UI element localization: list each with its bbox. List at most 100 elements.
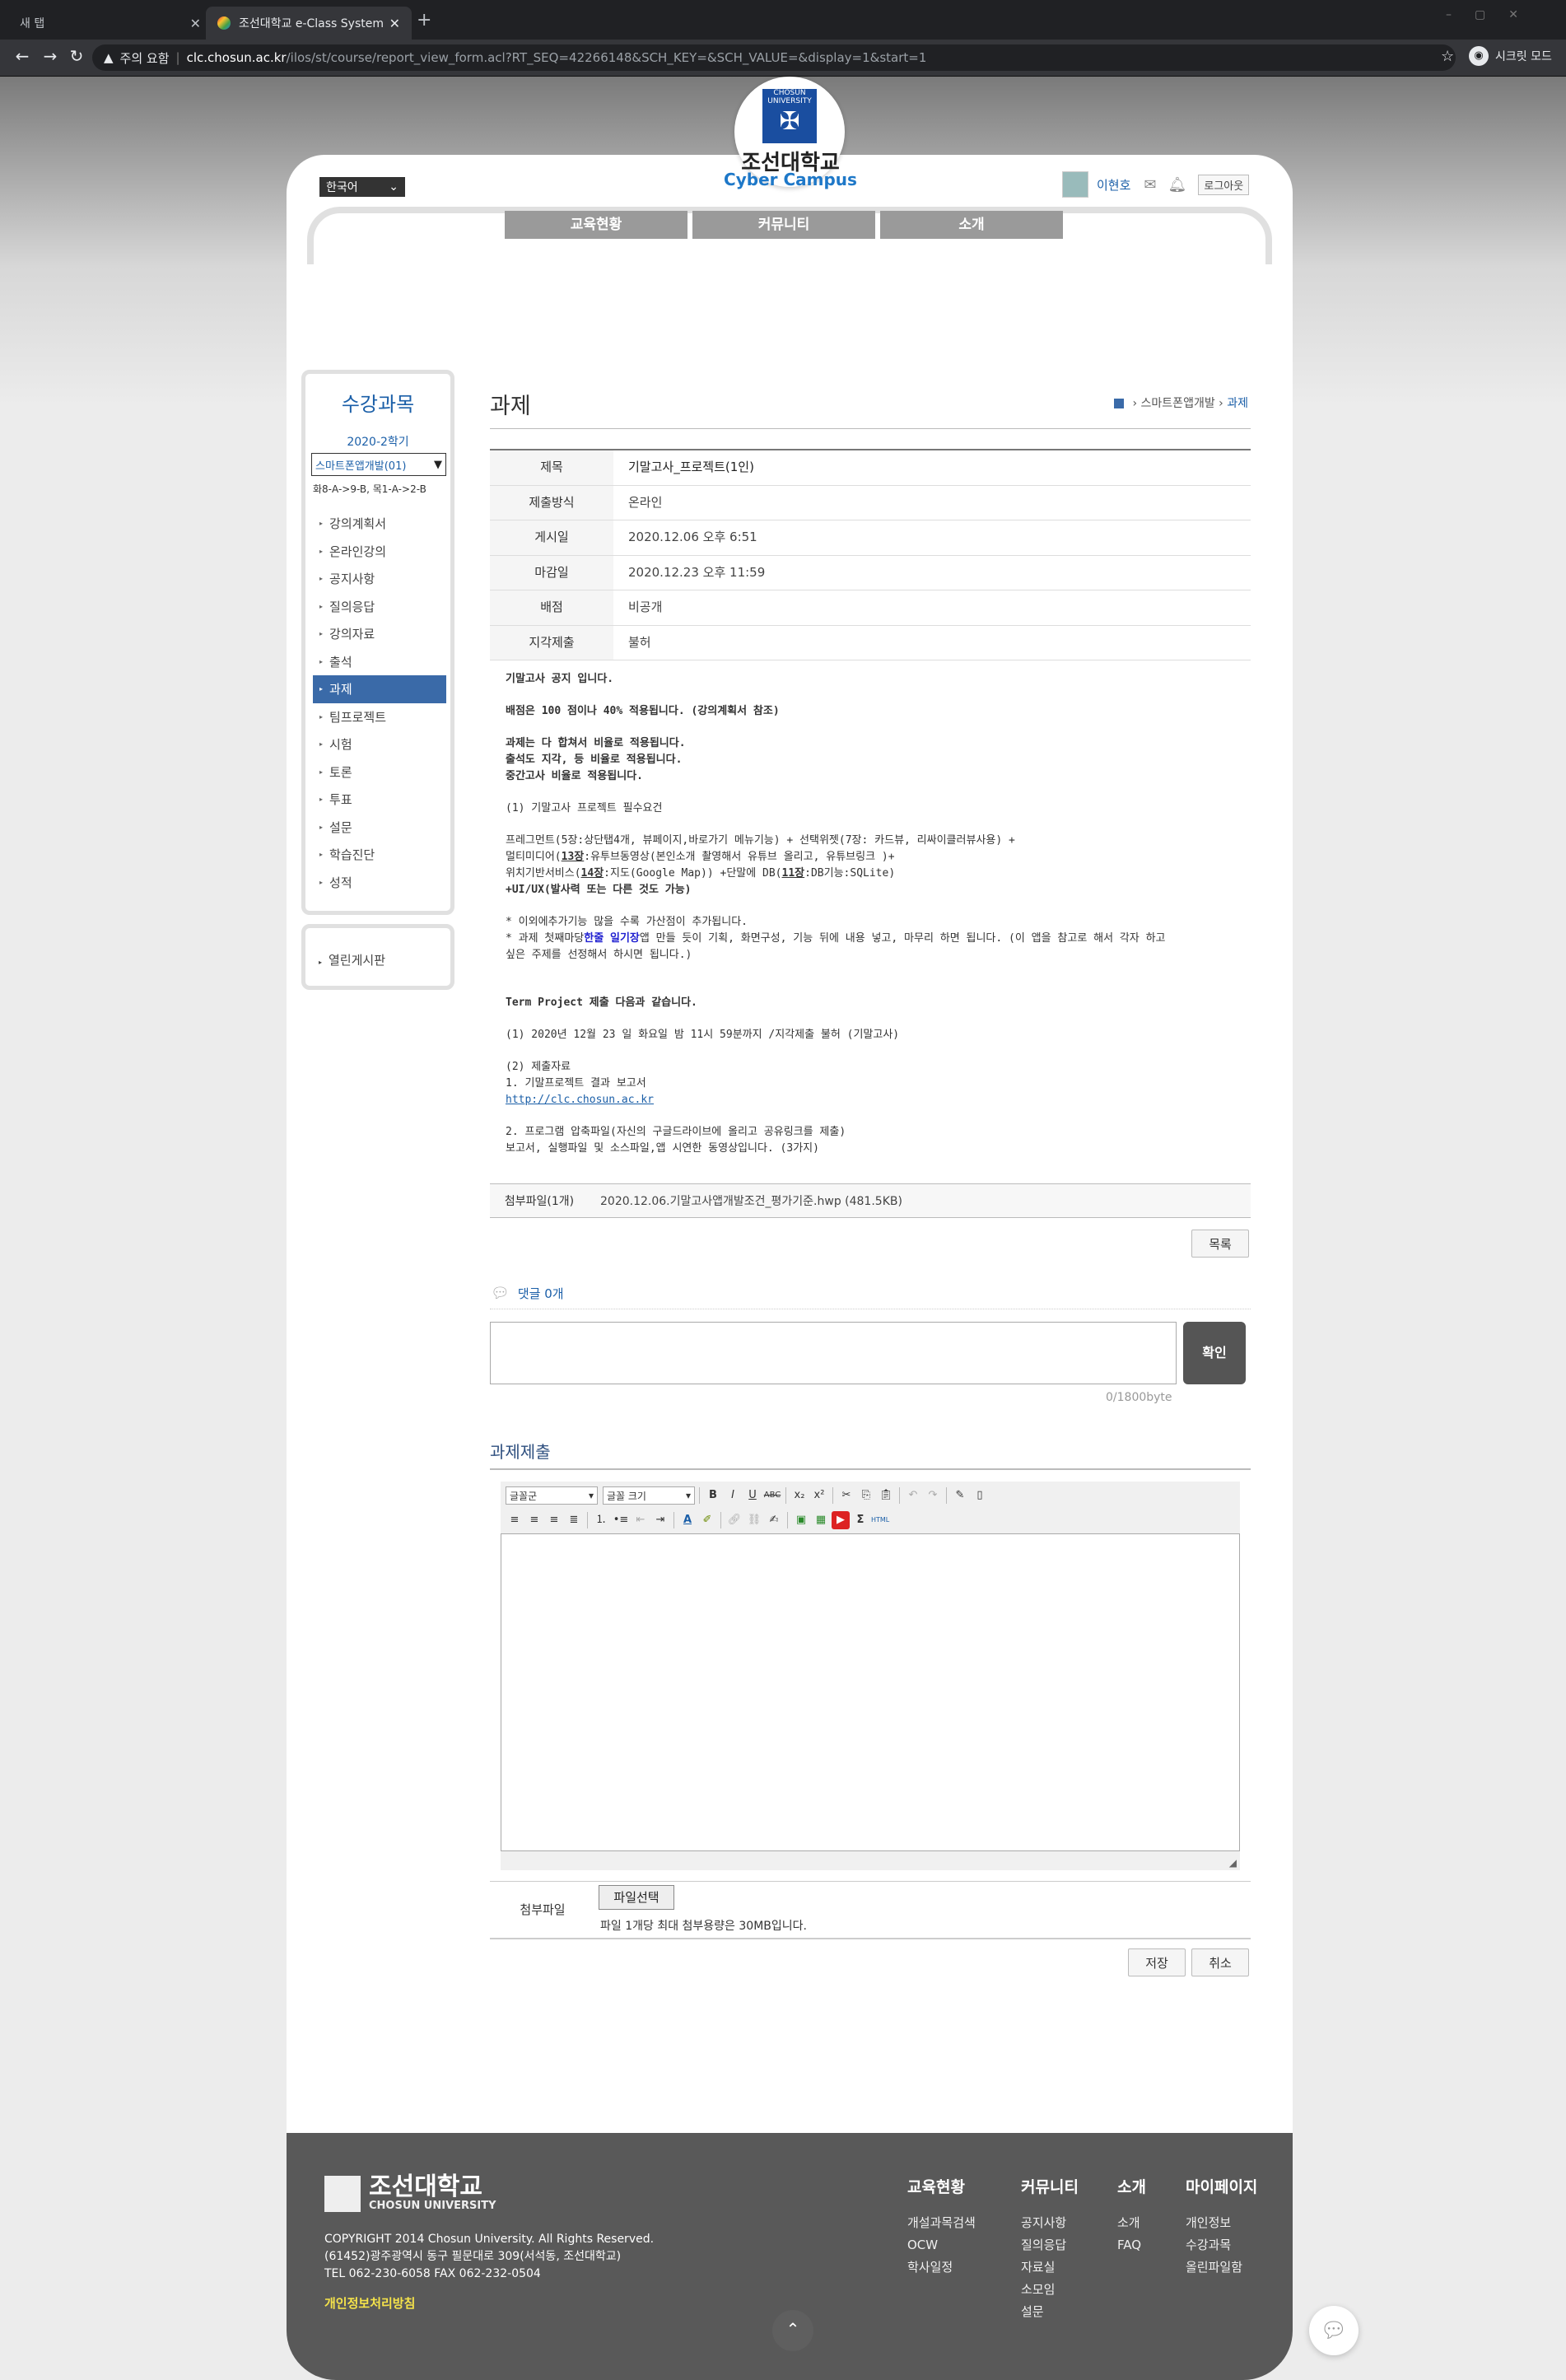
sigma-icon[interactable]: Σ	[851, 1511, 869, 1529]
sidebar-item-online-lecture[interactable]: ▸ 온라인강의	[313, 538, 446, 566]
footer-link[interactable]: 개설과목검색	[907, 2212, 976, 2234]
video-icon[interactable]: ▶	[832, 1511, 850, 1529]
italic-icon[interactable]: I	[724, 1486, 742, 1505]
font-size-select[interactable]: 글꼴 크기 ▾	[603, 1486, 695, 1505]
indent-icon[interactable]: ⇥	[651, 1511, 669, 1529]
window-controls[interactable]: –▢✕	[1446, 8, 1541, 21]
privacy-policy-link[interactable]: 개인정보처리방침	[324, 2294, 415, 2312]
paste-icon[interactable]: 📋︎	[877, 1486, 895, 1505]
sidebar-item-survey[interactable]: ▸ 설문	[313, 814, 446, 842]
sidebar-item-attendance[interactable]: ▸ 출석	[313, 648, 446, 676]
subscript-icon[interactable]: x₂	[790, 1486, 809, 1505]
forward-icon[interactable]: →	[40, 46, 61, 66]
language-select[interactable]: 한국어 ⌄	[319, 177, 405, 197]
sidebar-item-notice[interactable]: ▸ 공지사항	[313, 565, 446, 593]
footer-link[interactable]: 올린파일함	[1186, 2256, 1257, 2279]
scroll-top-button[interactable]: ⌃	[772, 2310, 813, 2351]
close-icon[interactable]: ✕	[190, 16, 201, 31]
university-logo[interactable]: CHOSUN UNIVERSITY ✠	[762, 89, 817, 143]
rich-text-editor[interactable]	[501, 1482, 1240, 1870]
outdent-icon[interactable]: ⇤	[632, 1511, 650, 1529]
bookmark-star-icon[interactable]: ☆	[1441, 48, 1454, 65]
gnb-community[interactable]: 커뮤니티	[692, 211, 875, 239]
logout-button[interactable]: 로그아웃	[1198, 174, 1250, 195]
clear-format-icon[interactable]: ✎	[951, 1486, 969, 1505]
user-name[interactable]: 이현호	[1097, 176, 1130, 194]
footer-col-title[interactable]: 교육현황	[907, 2175, 976, 2197]
redo-icon[interactable]: ↷	[924, 1486, 942, 1505]
body-link[interactable]: http://clc.chosun.ac.kr	[506, 1094, 654, 1106]
unlink-icon[interactable]: ⛓	[745, 1511, 763, 1529]
footer-link[interactable]: 자료실	[1021, 2256, 1079, 2279]
html-icon[interactable]: HTML	[871, 1511, 889, 1529]
highlight-icon[interactable]: ✐	[698, 1511, 716, 1529]
url-input[interactable]: ▲ 주의 요함 | clc.chosun.ac.kr /ilos/st/cour…	[92, 44, 1456, 71]
footer-link[interactable]: 소모임	[1021, 2279, 1079, 2301]
avatar[interactable]	[1062, 171, 1088, 198]
incognito-indicator[interactable]: ◉ 시크릿 모드	[1469, 46, 1552, 66]
cyber-campus-title[interactable]: Cyber Campus	[708, 170, 873, 189]
save-button[interactable]: 저장	[1128, 1948, 1186, 1976]
home-icon[interactable]	[1114, 399, 1125, 408]
sidebar-item-materials[interactable]: ▸ 강의자료	[313, 620, 446, 648]
copy-icon[interactable]: ⎘	[857, 1486, 875, 1505]
cut-icon[interactable]: ✂	[837, 1486, 855, 1505]
footer-link[interactable]: FAQ	[1117, 2234, 1146, 2256]
file-select-button[interactable]: 파일선택	[599, 1885, 674, 1910]
footer-link[interactable]: 학사일정	[907, 2256, 976, 2279]
align-center-icon[interactable]: ≡	[525, 1511, 543, 1529]
cancel-button[interactable]: 취소	[1191, 1948, 1249, 1976]
sidebar-item-team-project[interactable]: ▸ 팀프로젝트	[313, 703, 446, 731]
gnb-education[interactable]: 교육현황	[505, 211, 687, 239]
course-select[interactable]: 스마트폰앱개발(01) ▼	[311, 453, 446, 476]
sidebar-item-assignment[interactable]: ▸ 과제	[313, 675, 446, 703]
footer-col-title[interactable]: 소개	[1117, 2175, 1146, 2197]
unordered-list-icon[interactable]: •≡	[612, 1511, 630, 1529]
undo-icon[interactable]: ↶	[904, 1486, 922, 1505]
comment-input[interactable]	[490, 1322, 1177, 1384]
link-icon[interactable]: 🔗︎	[725, 1511, 743, 1529]
list-button[interactable]: 목록	[1191, 1230, 1249, 1258]
underline-icon[interactable]: U	[743, 1486, 762, 1505]
edit-icon[interactable]: ✍	[765, 1511, 783, 1529]
sidebar-item-discussion[interactable]: ▸ 토론	[313, 758, 446, 786]
strikethrough-icon[interactable]: ABC	[763, 1486, 781, 1505]
sidebar-item-grades[interactable]: ▸ 성적	[313, 869, 446, 897]
footer-link[interactable]: 소개	[1117, 2212, 1146, 2234]
footer-link[interactable]: 설문	[1021, 2301, 1079, 2323]
back-icon[interactable]: ←	[12, 46, 33, 66]
close-icon[interactable]: ✕	[389, 16, 400, 31]
footer-col-title[interactable]: 마이페이지	[1186, 2175, 1257, 2197]
footer-link[interactable]: 수강과목	[1186, 2234, 1257, 2256]
new-tab-button[interactable]: +	[417, 10, 431, 30]
browser-tab-new[interactable]: 새 탭 ✕	[8, 7, 212, 40]
mail-icon[interactable]: ✉	[1144, 176, 1156, 194]
sidebar-item-qna[interactable]: ▸ 질의응답	[313, 593, 446, 621]
font-color-icon[interactable]: A	[678, 1511, 697, 1529]
bold-icon[interactable]: B	[704, 1486, 722, 1505]
align-justify-icon[interactable]: ≣	[565, 1511, 583, 1529]
image-icon[interactable]: ▣	[792, 1511, 810, 1529]
footer-link[interactable]: 개인정보	[1186, 2212, 1257, 2234]
font-family-select[interactable]: 글꼴군 ▾	[506, 1486, 598, 1505]
sidebar-item-exam[interactable]: ▸ 시험	[313, 730, 446, 758]
gnb-about[interactable]: 소개	[880, 211, 1063, 239]
document-icon[interactable]: ▯	[971, 1486, 989, 1505]
footer-link[interactable]: 질의응답	[1021, 2234, 1079, 2256]
superscript-icon[interactable]: x²	[810, 1486, 828, 1505]
media-icon[interactable]: ▦	[812, 1511, 830, 1529]
sidebar-item-syllabus[interactable]: ▸ 강의계획서	[313, 510, 446, 538]
sidebar-item-diagnosis[interactable]: ▸ 학습진단	[313, 841, 446, 869]
ordered-list-icon[interactable]: ⒈	[592, 1511, 610, 1529]
footer-link[interactable]: OCW	[907, 2234, 976, 2256]
bell-icon[interactable]: 🔔︎	[1168, 176, 1187, 194]
breadcrumb-course[interactable]: 스마트폰앱개발	[1141, 397, 1215, 410]
comment-submit-button[interactable]: 확인	[1183, 1322, 1246, 1384]
attachment-file-link[interactable]: 2020.12.06.기말고사앱개발조건_평가기준.hwp (481.5KB)	[600, 1192, 902, 1209]
sidebar-item-vote[interactable]: ▸ 투표	[313, 786, 446, 814]
footer-link[interactable]: 공지사항	[1021, 2212, 1079, 2234]
reload-icon[interactable]: ↻	[66, 46, 87, 66]
browser-tab-eclass[interactable]: 조선대학교 e-Class System ✕	[206, 7, 412, 40]
chat-button[interactable]: 💬︎	[1309, 2306, 1359, 2355]
resize-handle-icon[interactable]: ◢	[1229, 1857, 1237, 1869]
